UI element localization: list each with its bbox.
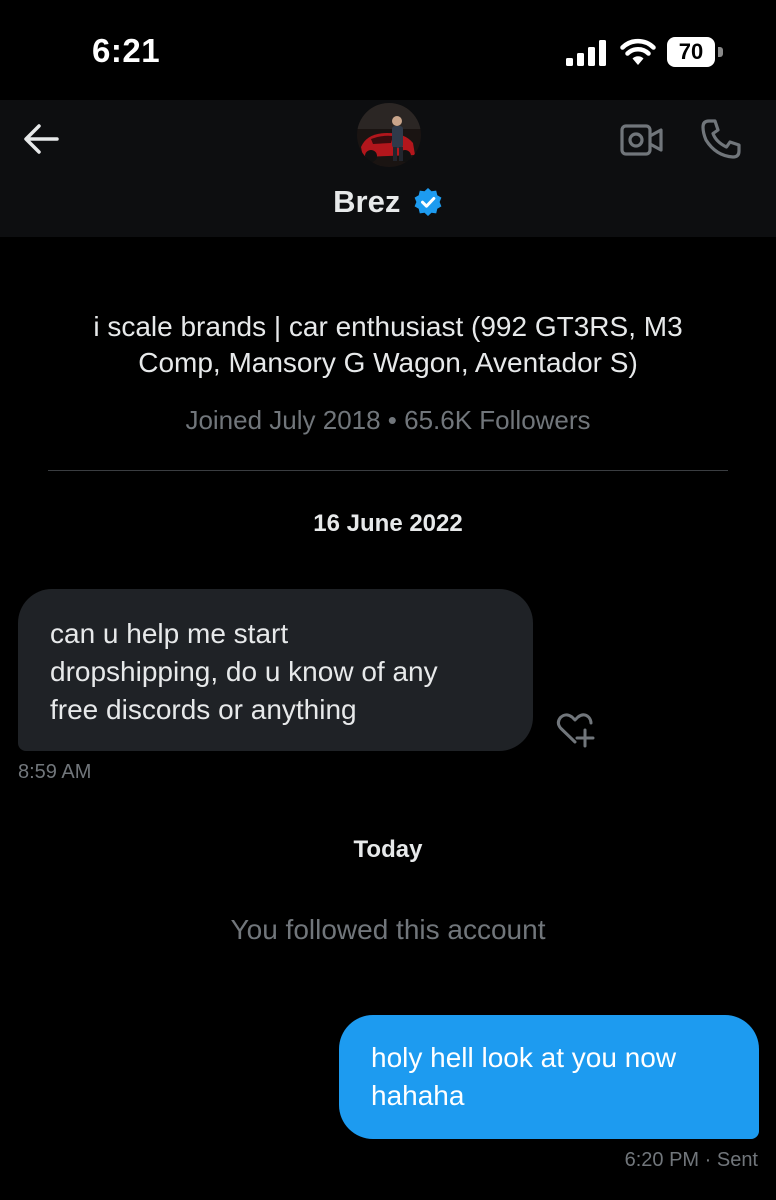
phone-call-icon[interactable] (700, 118, 742, 160)
battery-level: 70 (678, 39, 704, 64)
contact-name-row: Brez (0, 184, 776, 220)
avatar[interactable] (357, 103, 421, 167)
bio-line: Comp, Mansory G Wagon, Aventador S) (138, 347, 638, 378)
battery-cap (718, 47, 723, 57)
status-time: 6:21 (92, 32, 161, 69)
cellular-signal-icon (566, 40, 606, 66)
contact-name: Brez (333, 184, 401, 219)
status-bar: 6:21 70 (0, 0, 776, 100)
incoming-timestamp: 8:59 AM (18, 761, 92, 783)
system-notice: You followed this account (230, 914, 546, 945)
battery-indicator: 70 (667, 37, 725, 67)
incoming-message-bubble[interactable]: can u help me start dropshipping, do u k… (18, 589, 533, 751)
profile-meta: Joined July 2018 • 65.6K Followers (185, 405, 591, 435)
divider (48, 470, 728, 471)
add-reaction-heart-icon[interactable] (555, 712, 595, 748)
message-line: hahaha (371, 1080, 465, 1111)
outgoing-status: 6:20 PM · Sent (624, 1149, 758, 1171)
conversation-header: Brez (0, 100, 776, 237)
date-header: 16 June 2022 (313, 510, 463, 537)
bio-line: i scale brands | car enthusiast (992 GT3… (93, 311, 683, 342)
video-call-icon[interactable] (620, 122, 664, 158)
message-line: can u help me start (50, 618, 289, 649)
verified-badge-icon (414, 188, 442, 216)
message-line: free discords or anything (50, 694, 357, 725)
profile-bio: i scale brands | car enthusiast (992 GT3… (60, 309, 716, 381)
message-line: holy hell look at you now (371, 1042, 677, 1073)
outgoing-message-bubble[interactable]: holy hell look at you now hahaha (339, 1015, 759, 1139)
today-header: Today (353, 836, 423, 863)
wifi-icon (620, 38, 656, 65)
back-arrow-icon[interactable] (22, 122, 60, 156)
message-line: dropshipping, do u know of any (50, 656, 438, 687)
